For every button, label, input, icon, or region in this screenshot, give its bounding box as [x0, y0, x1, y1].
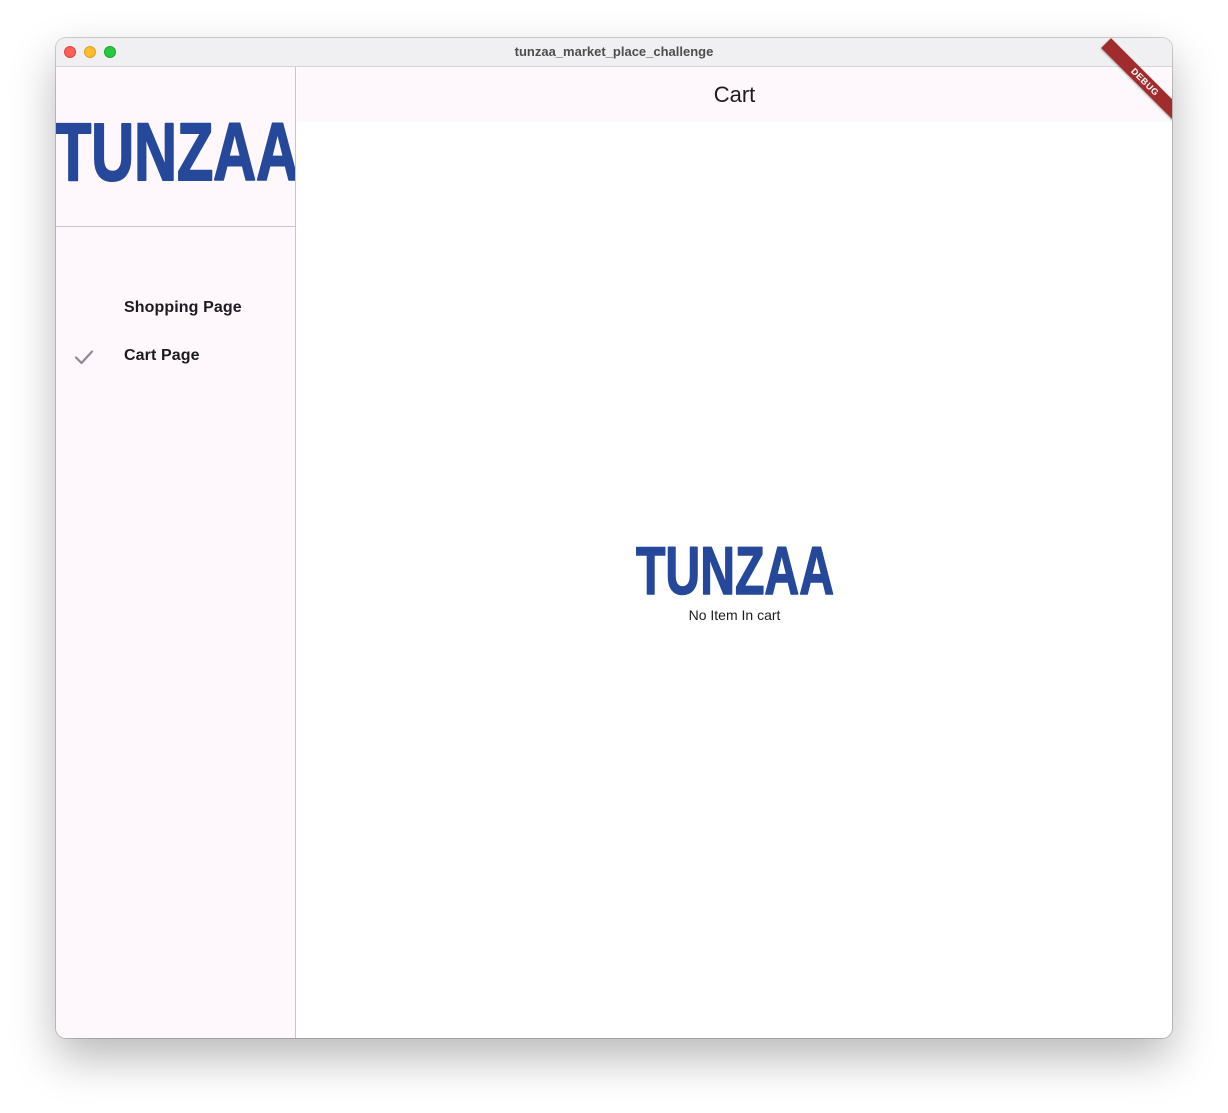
window-title: tunzaa_market_place_challenge: [514, 44, 714, 59]
page-title: Cart: [713, 82, 756, 107]
title-bar[interactable]: tunzaa_market_place_challenge: [56, 38, 1172, 67]
empty-cart-message: No Item In cart: [688, 607, 781, 623]
empty-cart-state: TUNZAA No Item In cart: [297, 537, 1172, 623]
tunzaa-logo: TUNZAA: [635, 537, 835, 599]
main-content: Cart DEBUG TUNZAA No Item In cart: [297, 38, 1172, 1038]
check-icon: [74, 350, 94, 365]
app-window: tunzaa_market_place_challenge TUNZAA Sho…: [56, 38, 1172, 1038]
drawer-header: TUNZAA: [56, 67, 295, 227]
drawer-nav-list: Shopping Page Cart Page: [56, 285, 295, 381]
nav-item-label: Cart Page: [124, 347, 200, 364]
nav-item-shopping-page[interactable]: Shopping Page: [56, 285, 295, 333]
nav-item-cart-page[interactable]: Cart Page: [56, 333, 295, 381]
navigation-drawer: TUNZAA Shopping Page Cart Page: [56, 67, 296, 1038]
tunzaa-logo: TUNZAA: [56, 111, 295, 187]
svg-text:TUNZAA: TUNZAA: [636, 537, 834, 599]
svg-text:TUNZAA: TUNZAA: [56, 111, 295, 187]
app-bar: Cart DEBUG: [297, 38, 1172, 126]
nav-item-label: Shopping Page: [124, 299, 242, 316]
